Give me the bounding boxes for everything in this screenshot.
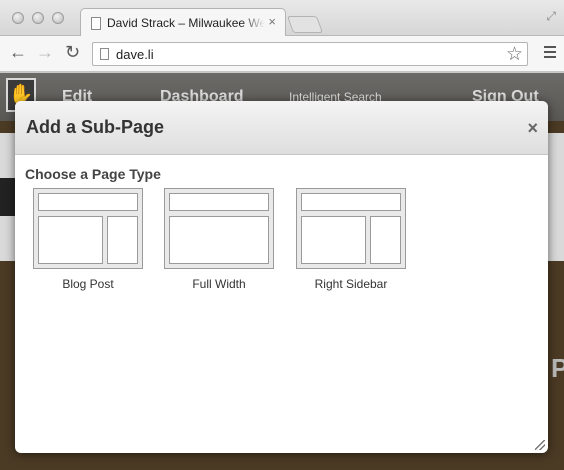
close-window-icon[interactable] [12,12,24,24]
fullscreen-icon[interactable]: ⤢ [546,9,556,24]
tab-title: David Strack – Milwaukee Web Developer [107,16,265,30]
url-text[interactable]: dave.li [116,47,154,62]
resize-handle-icon[interactable] [535,440,545,450]
page-icon [100,48,109,60]
add-subpage-dialog: Add a Sub-Page × Choose a Page Type Blog… [15,101,548,453]
back-icon[interactable]: ← [9,43,27,61]
menu-icon[interactable] [544,46,556,59]
blog-post-layout-icon[interactable] [33,188,143,269]
zoom-window-icon[interactable] [52,12,64,24]
page-type-label[interactable]: Blog Post [33,277,143,291]
close-icon[interactable]: × [527,118,538,139]
tab-close-icon[interactable]: × [268,15,276,28]
reload-icon[interactable]: ↻ [65,43,80,61]
full-width-layout-icon[interactable] [164,188,274,269]
address-bar[interactable]: dave.li ☆ [92,42,528,66]
browser-tab[interactable]: David Strack – Milwaukee Web Developer × [80,8,286,37]
minimize-window-icon[interactable] [32,12,44,24]
page-type-label[interactable]: Full Width [164,277,274,291]
page-icon [91,17,101,30]
dialog-header: Add a Sub-Page × [15,101,548,155]
page-type-blog-post[interactable]: Blog Post [33,188,143,291]
page-type-label[interactable]: Right Sidebar [296,277,406,291]
new-tab-button[interactable] [286,16,324,33]
page-type-full-width[interactable]: Full Width [164,188,274,291]
forward-icon[interactable]: → [36,43,54,61]
browser-toolbar: ← → ↻ dave.li ☆ [0,36,564,72]
right-sidebar-layout-icon[interactable] [296,188,406,269]
dialog-title: Add a Sub-Page [26,117,165,137]
bookmark-star-icon[interactable]: ☆ [506,43,523,66]
site-edge-text: P [551,353,564,383]
site-decoration [0,178,16,216]
page-type-heading: Choose a Page Type [25,166,161,182]
page-type-right-sidebar[interactable]: Right Sidebar [296,188,406,291]
browser-titlebar: David Strack – Milwaukee Web Developer ×… [0,0,564,37]
